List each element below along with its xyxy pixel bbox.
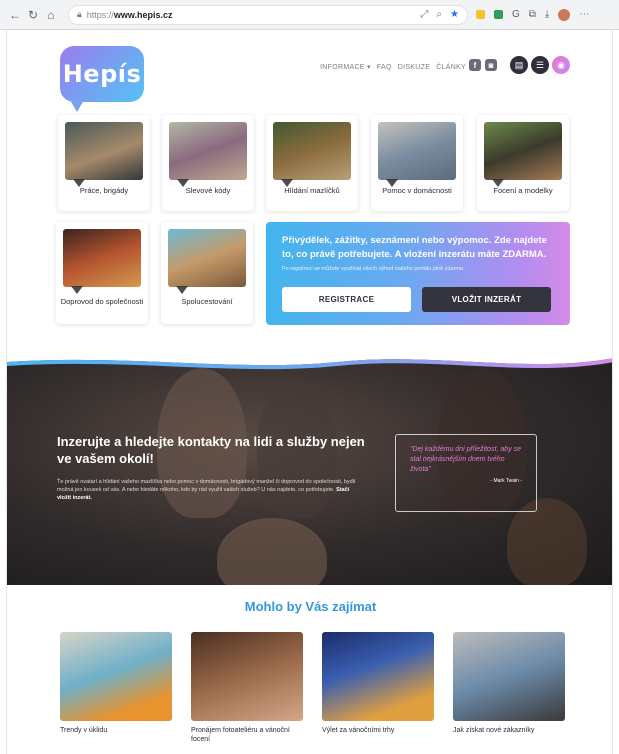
category-label: Spolucestování: [181, 297, 233, 306]
menu-icon[interactable]: ⋯: [579, 9, 589, 20]
category-label: Práce, brigády: [79, 186, 129, 195]
category-image: [378, 122, 456, 187]
profile-avatar[interactable]: [558, 8, 571, 21]
nav-item-diskuze[interactable]: DISKUZE: [398, 64, 430, 71]
category-image: [484, 122, 562, 187]
quote-text: "Dej každému dni příležitost, aby se sta…: [410, 446, 522, 473]
quote-author: - Mark Twain -: [490, 478, 522, 484]
nav-item-informace[interactable]: INFORMACE ▾: [320, 63, 371, 71]
promo-box: Přivýdělek, zážitky, seznámení nebo výpo…: [266, 222, 570, 325]
article-image[interactable]: [60, 632, 172, 721]
page: Hepís INFORMACE ▾ FAQ DISKUZE ČLÁNKY f ◙…: [6, 30, 613, 754]
top-navigation: INFORMACE ▾ FAQ DISKUZE ČLÁNKY: [320, 63, 466, 72]
url-host: www.hepis.cz: [113, 9, 173, 20]
article-title[interactable]: Pronájem fotoateliéru a vánoční focení: [191, 726, 303, 744]
url-protocol: https://: [86, 9, 114, 20]
article-image[interactable]: [191, 632, 303, 721]
hero-text: Ťe právě ovatarí a hlídání vašeho mazlíč…: [57, 478, 362, 502]
logo-text: Hepís: [62, 60, 142, 88]
category-image: [169, 122, 247, 187]
quote-box: "Dej každému dni příležitost, aby se sta…: [395, 434, 537, 512]
article-card[interactable]: Výlet za vánočními trhy: [322, 632, 434, 735]
category-image: [273, 122, 351, 187]
hamburger-menu-icon[interactable]: ☰: [531, 56, 549, 74]
category-label: Focení a modelky: [493, 186, 553, 195]
hero-photo-person: [217, 518, 327, 585]
collections-icon[interactable]: ⧉: [529, 9, 536, 20]
hero-text-body: Ťe právě ovatarí a hlídání vašeho mazlíč…: [57, 479, 356, 493]
download-icon[interactable]: ⤓: [545, 9, 549, 20]
article-image[interactable]: [453, 632, 565, 721]
category-card-foceni[interactable]: Focení a modelky: [477, 115, 569, 211]
social-links: f ◙: [469, 59, 497, 71]
browser-toolbar: ← ↻ ⌂ 🔒︎ https:// www.hepis.cz ⤢ ⌕ ★ G ⧉…: [0, 0, 619, 30]
category-label: Doprovod do společnosti: [60, 297, 144, 306]
extension-g-icon[interactable]: G: [512, 9, 520, 20]
back-icon[interactable]: ←: [6, 8, 24, 22]
extension-green-icon[interactable]: [494, 10, 503, 19]
insert-ad-button[interactable]: VLOŽIT INZERÁT: [422, 287, 551, 312]
translate-icon[interactable]: ⤢: [420, 9, 428, 20]
register-button[interactable]: REGISTRACE: [282, 287, 411, 312]
category-label: Hlídání mazlíčků: [284, 186, 340, 195]
article-card[interactable]: Pronájem fotoateliéru a vánoční focení: [191, 632, 303, 744]
extension-yellow-icon[interactable]: [476, 10, 485, 19]
category-card-doprovod[interactable]: Doprovod do společnosti: [56, 222, 148, 324]
category-card-spolucestovani[interactable]: Spolucestování: [161, 222, 253, 324]
instagram-icon[interactable]: ◙: [485, 59, 497, 71]
category-image: [63, 229, 141, 294]
article-card[interactable]: Trendy v úklidu: [60, 632, 172, 735]
category-card-prace[interactable]: Práce, brigády: [58, 115, 150, 211]
wave-divider: [7, 348, 612, 370]
extensions-bar: G ⧉ ⤓ ⋯: [476, 8, 589, 21]
address-bar[interactable]: 🔒︎ https:// www.hepis.cz ⤢ ⌕ ★: [68, 4, 468, 25]
nav-item-faq[interactable]: FAQ: [377, 64, 392, 71]
home-icon[interactable]: ⌂: [42, 8, 60, 22]
refresh-icon[interactable]: ↻: [24, 8, 42, 22]
hero-section: Inzerujte a hledejte kontakty na lidi a …: [7, 348, 612, 585]
article-card[interactable]: Jak získat nové zákazníky: [453, 632, 565, 735]
zoom-icon[interactable]: ⌕: [436, 9, 442, 20]
logo[interactable]: Hepís: [60, 46, 144, 112]
category-card-mazlicci[interactable]: Hlídání mazlíčků: [266, 115, 358, 211]
article-title[interactable]: Trendy v úklidu: [60, 726, 172, 735]
category-image: [65, 122, 143, 187]
articles-section-title: Mohlo by Vás zajímat: [244, 599, 377, 614]
promo-subtext: Po registraci se můžete využívat všech v…: [282, 266, 463, 272]
article-title[interactable]: Jak získat nové zákazníky: [453, 726, 565, 735]
lock-icon: 🔒︎: [77, 9, 82, 19]
nav-item-clanky[interactable]: ČLÁNKY: [436, 64, 466, 71]
category-image: [168, 229, 246, 294]
article-image[interactable]: [322, 632, 434, 721]
category-card-domacnost[interactable]: Pomoc v domácnosti: [371, 115, 463, 211]
promo-headline: Přivýdělek, zážitky, seznámení nebo výpo…: [282, 235, 547, 260]
facebook-icon[interactable]: f: [469, 59, 481, 71]
header-actions: ▤ ☰ ◉: [510, 56, 570, 74]
category-card-slevy[interactable]: Slevové kódy: [162, 115, 254, 211]
category-label: Pomoc v domácnosti: [382, 186, 452, 195]
user-account-icon[interactable]: ◉: [552, 56, 570, 74]
star-icon[interactable]: ★: [450, 9, 459, 20]
article-title[interactable]: Výlet za vánočními trhy: [322, 726, 434, 735]
chat-icon[interactable]: ▤: [510, 56, 528, 74]
category-label: Slevové kódy: [185, 186, 231, 195]
hero-title: Inzerujte a hledejte kontakty na lidi a …: [57, 434, 365, 466]
